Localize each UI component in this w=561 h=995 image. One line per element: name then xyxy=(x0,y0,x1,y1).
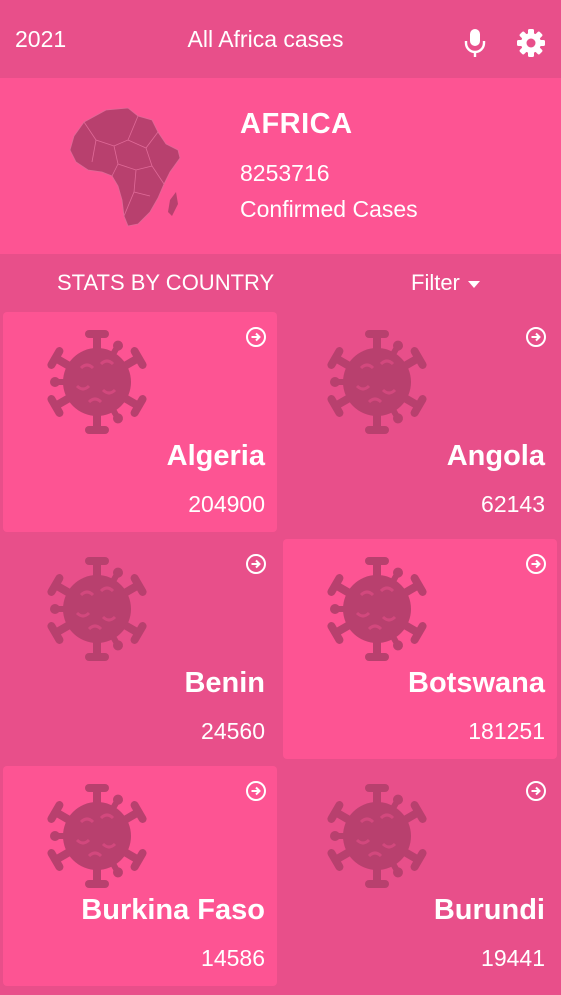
country-cases: 204900 xyxy=(188,491,265,517)
stats-heading: STATS BY COUNTRY xyxy=(57,270,275,295)
country-card[interactable]: Burundi 19441 xyxy=(283,766,557,986)
country-card[interactable]: Algeria 204900 xyxy=(3,312,277,532)
gear-icon[interactable] xyxy=(516,28,546,58)
mic-icon[interactable] xyxy=(462,28,488,58)
africa-map-icon xyxy=(69,107,181,227)
caret-down-icon xyxy=(467,280,480,288)
country-cases: 24560 xyxy=(201,718,265,744)
top-app-bar: 2021 All Africa cases xyxy=(0,0,561,78)
arrow-circle-right-icon[interactable] xyxy=(525,780,547,802)
country-cases: 19441 xyxy=(481,945,545,971)
country-cases: 181251 xyxy=(468,718,545,744)
virus-icon xyxy=(44,782,150,890)
filter-dropdown[interactable]: Filter xyxy=(411,270,480,296)
region-name: AFRICA xyxy=(240,108,353,140)
virus-icon xyxy=(44,555,150,663)
arrow-circle-right-icon[interactable] xyxy=(525,553,547,575)
arrow-circle-right-icon[interactable] xyxy=(245,326,267,348)
country-cases: 14586 xyxy=(201,945,265,971)
country-card[interactable]: Angola 62143 xyxy=(283,312,557,532)
country-card[interactable]: Benin 24560 xyxy=(3,539,277,759)
country-name: Burundi xyxy=(433,894,545,926)
country-name: Angola xyxy=(446,440,545,472)
arrow-circle-right-icon[interactable] xyxy=(245,780,267,802)
virus-icon xyxy=(324,555,430,663)
country-cases: 62143 xyxy=(481,491,545,517)
virus-icon xyxy=(324,328,430,436)
arrow-circle-right-icon[interactable] xyxy=(525,326,547,348)
country-name: Burkina Faso xyxy=(81,894,265,926)
stats-header: STATS BY COUNTRY Filter xyxy=(0,254,561,312)
filter-label: Filter xyxy=(411,270,460,295)
summary-card: AFRICA 8253716 Confirmed Cases xyxy=(0,78,561,254)
virus-icon xyxy=(324,782,430,890)
page-title: All Africa cases xyxy=(187,26,344,52)
country-name: Benin xyxy=(184,667,265,699)
total-cases-count: 8253716 xyxy=(240,160,330,186)
country-name: Algeria xyxy=(166,440,265,472)
confirmed-cases-label: Confirmed Cases xyxy=(240,196,418,222)
country-card[interactable]: Burkina Faso 14586 xyxy=(3,766,277,986)
country-name: Botswana xyxy=(408,667,545,699)
virus-icon xyxy=(44,328,150,436)
country-card[interactable]: Botswana 181251 xyxy=(283,539,557,759)
arrow-circle-right-icon[interactable] xyxy=(245,553,267,575)
